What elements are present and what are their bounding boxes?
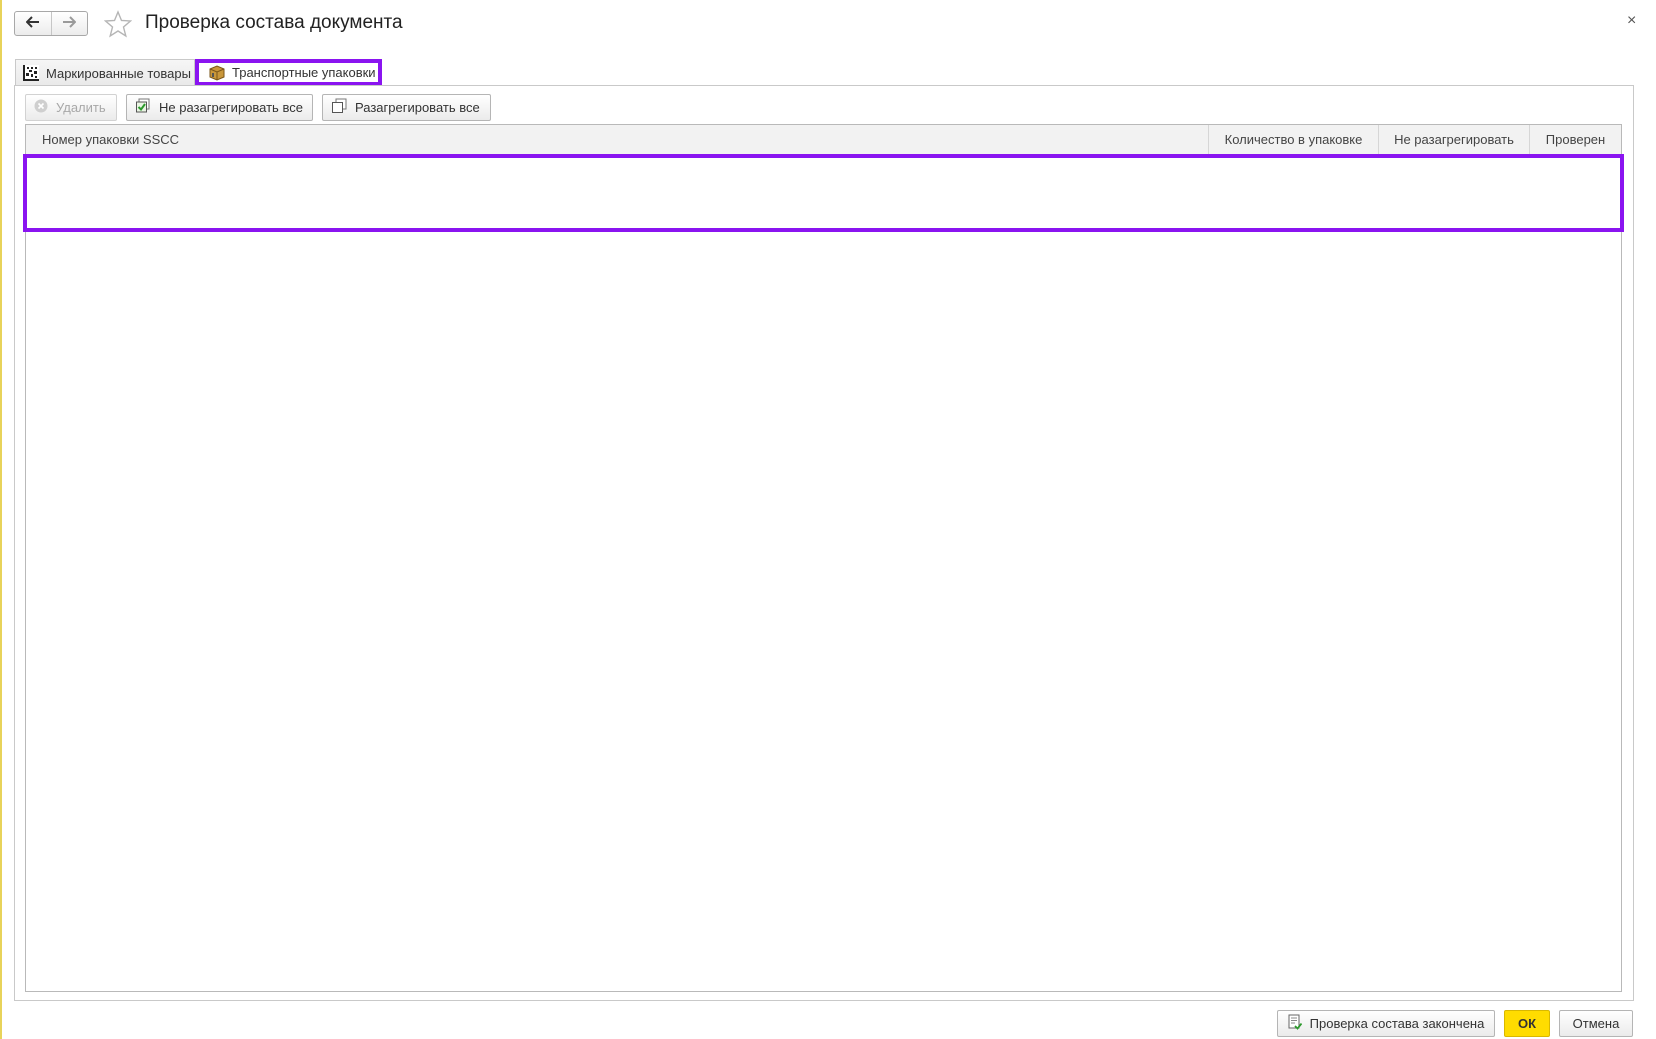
- forward-button[interactable]: [50, 12, 88, 35]
- package-box-icon: [209, 64, 225, 81]
- document-check-icon: [1288, 1014, 1302, 1033]
- ok-button[interactable]: ОК: [1504, 1010, 1550, 1037]
- unaggregate-all-button[interactable]: Разагрегировать все: [322, 94, 491, 121]
- column-header-quantity[interactable]: Количество в упаковке: [1209, 125, 1379, 154]
- delete-icon: [34, 99, 48, 116]
- table-header: Номер упаковки SSCC Количество в упаковк…: [26, 125, 1621, 155]
- page-title: Проверка состава документа: [145, 12, 403, 33]
- back-button[interactable]: [15, 12, 51, 35]
- window-edge: [0, 0, 2, 1039]
- dialog-window: Проверка состава документа × Маркированн…: [0, 0, 1656, 1039]
- column-header-keep-aggregated[interactable]: Не разагрегировать: [1379, 125, 1530, 154]
- favorite-star-icon[interactable]: [103, 10, 133, 38]
- tab-marked-goods[interactable]: Маркированные товары: [15, 59, 195, 86]
- close-icon[interactable]: ×: [1627, 12, 1636, 30]
- check-pages-icon: [135, 98, 151, 117]
- pages-icon: [331, 98, 347, 117]
- tab-transport-packages[interactable]: Транспортные упаковки: [195, 59, 382, 86]
- keep-all-aggregated-button[interactable]: Не разагрегировать все: [126, 94, 313, 121]
- navigation-group: [14, 11, 88, 36]
- arrow-left-icon: [25, 15, 40, 33]
- packages-table[interactable]: Номер упаковки SSCC Количество в упаковк…: [25, 124, 1622, 992]
- cancel-button[interactable]: Отмена: [1559, 1010, 1633, 1037]
- tab-label: Транспортные упаковки: [232, 65, 376, 80]
- column-header-sscc[interactable]: Номер упаковки SSCC: [26, 125, 1209, 154]
- datamatrix-icon: [23, 65, 39, 81]
- check-finished-button[interactable]: Проверка состава закончена: [1277, 1010, 1495, 1037]
- tab-label: Маркированные товары: [46, 65, 191, 81]
- delete-button[interactable]: Удалить: [25, 94, 117, 121]
- column-header-checked[interactable]: Проверен: [1530, 125, 1621, 154]
- arrow-right-icon: [62, 15, 77, 33]
- empty-table-row-highlight[interactable]: [23, 154, 1624, 232]
